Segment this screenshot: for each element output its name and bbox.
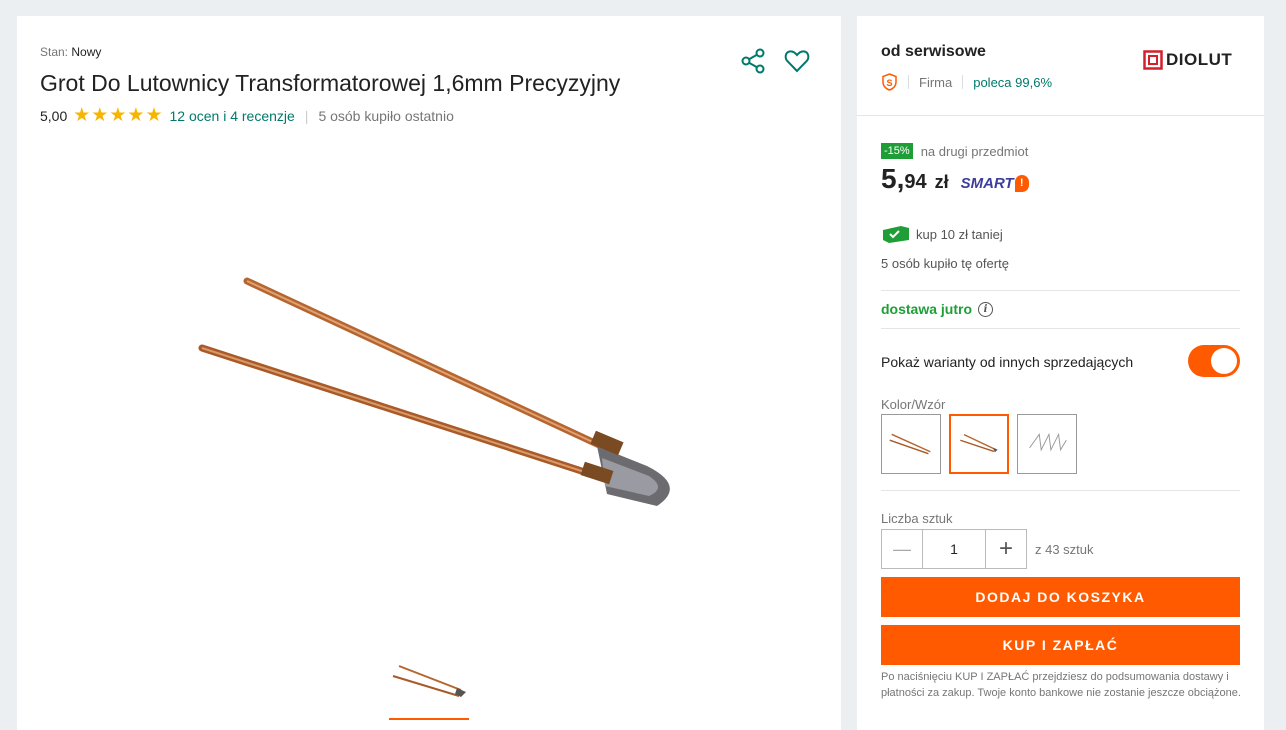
toggle-knob <box>1211 348 1237 374</box>
offer-bought-count: 5 osób kupiło tę ofertę <box>881 256 1009 271</box>
super-seller-icon: S <box>882 73 897 91</box>
product-gallery-card: Stan: Nowy Grot Do Lutownicy Transformat… <box>17 16 841 730</box>
product-thumbnail[interactable] <box>389 656 469 720</box>
variants-toggle-label: Pokaż warianty od innych sprzedających <box>881 354 1134 370</box>
seller-meta: S Firma poleca 99,6% <box>881 73 1052 91</box>
seller-recommend[interactable]: poleca 99,6% <box>973 75 1052 90</box>
rating-value: 5,00 <box>40 107 68 124</box>
star-icon: ★ <box>109 105 127 126</box>
star-icon: ★ <box>145 105 163 126</box>
currency: zł <box>934 172 949 192</box>
divider <box>857 115 1264 116</box>
smart-badge[interactable]: SMART! <box>961 175 1029 192</box>
delivery-info: dostawa jutro i <box>881 301 994 317</box>
quantity-available: z 43 sztuk <box>1035 542 1094 557</box>
discount-badge: -15% <box>881 143 913 159</box>
discount-row: -15% na drugi przedmiot <box>881 143 1028 159</box>
coupon-icon <box>883 226 909 243</box>
minus-icon[interactable]: — <box>882 530 922 568</box>
reviews-link[interactable]: 12 ocen i 4 recenzje <box>169 108 294 124</box>
divider <box>881 328 1240 329</box>
add-to-cart-button[interactable]: DODAJ DO KOSZYKA <box>881 577 1240 617</box>
price-integer: 5, <box>881 163 905 194</box>
share-icon[interactable] <box>739 47 767 75</box>
price: 5,94 <box>881 163 927 195</box>
variant-swatch[interactable] <box>1017 414 1077 474</box>
discount-text: na drugi przedmiot <box>920 143 1029 159</box>
brand-name: DIOLUT <box>1166 50 1233 69</box>
divider <box>908 75 909 89</box>
price-row: 5,94 zł SMART! <box>881 163 1029 195</box>
condition-value: Nowy <box>71 45 102 59</box>
bought-recently: 5 osób kupiło ostatnio <box>318 107 454 124</box>
quantity-input[interactable] <box>922 530 986 568</box>
star-icon: ★ <box>127 105 145 126</box>
product-title: Grot Do Lutownicy Transformatorowej 1,6m… <box>40 70 621 96</box>
star-icon: ★ <box>73 105 91 126</box>
variants-toggle[interactable] <box>1188 345 1240 377</box>
thumbnail-active-indicator <box>389 718 469 720</box>
variant-swatch-selected[interactable] <box>949 414 1009 474</box>
plus-icon[interactable]: + <box>986 530 1026 568</box>
diolut-logo-icon <box>1143 50 1163 70</box>
brand-logo[interactable]: DIOLUT <box>1143 50 1232 70</box>
divider <box>881 290 1240 291</box>
condition: Stan: Nowy <box>40 45 101 59</box>
separator: | <box>304 107 309 124</box>
divider <box>962 75 964 89</box>
divider <box>881 490 1240 491</box>
quantity-stepper: — + <box>881 529 1027 569</box>
svg-text:S: S <box>886 78 892 88</box>
variant-swatch[interactable] <box>881 414 941 474</box>
payment-disclaimer: Po naciśnięciu KUP I ZAPŁAĆ przejdziesz … <box>881 671 1241 699</box>
condition-label: Stan: <box>40 45 69 59</box>
heart-icon[interactable] <box>783 47 811 75</box>
coupon-row[interactable]: kup 10 zł taniej <box>881 224 1003 244</box>
rating-stars: ★ ★ ★ ★ ★ <box>73 105 163 126</box>
buy-now-button[interactable]: KUP I ZAPŁAĆ <box>881 625 1240 665</box>
quantity-label: Liczba sztuk <box>881 511 953 526</box>
star-icon: ★ <box>91 105 109 126</box>
smart-icon: ! <box>1014 175 1029 192</box>
price-decimal: 94 <box>904 171 927 193</box>
delivery-text: dostawa jutro <box>881 301 973 317</box>
seller-name[interactable]: od serwisowe <box>881 43 986 61</box>
product-image[interactable] <box>187 266 687 536</box>
offer-panel: od serwisowe S Firma poleca 99,6% DIOLUT… <box>857 16 1264 730</box>
info-icon[interactable]: i <box>978 301 994 317</box>
seller-type: Firma <box>919 74 953 90</box>
coupon-text: kup 10 zł taniej <box>916 226 1003 242</box>
color-label: Kolor/Wzór <box>881 397 946 412</box>
smart-label: SMART <box>960 175 1014 192</box>
rating-row: 5,00 ★ ★ ★ ★ ★ 12 ocen i 4 recenzje | 5 … <box>40 105 454 126</box>
